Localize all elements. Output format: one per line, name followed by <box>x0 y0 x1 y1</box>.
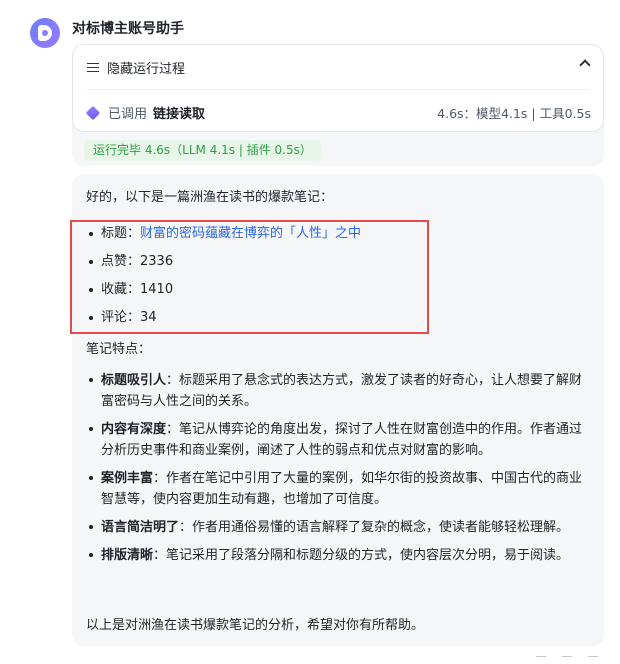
list-icon <box>87 62 99 73</box>
feature-text: ：作者用通俗易懂的语言解释了复杂的概念，使读者能够轻松理解。 <box>179 520 570 535</box>
tool-call-prefix: 已调用 <box>108 107 148 122</box>
features-heading: 笔记特点： <box>86 342 152 357</box>
copy-icon[interactable] <box>536 656 546 664</box>
run-process-toggle-label: 隐藏运行过程 <box>107 62 186 77</box>
run-process-panel: 隐藏运行过程 已调用 链接读取 4.6s：模型4.1s | 工具0.5s <box>72 44 604 132</box>
tool-call-row[interactable]: 已调用 链接读取 4.6s：模型4.1s | 工具0.5s <box>85 103 591 122</box>
thumbs-up-icon[interactable] <box>562 656 572 664</box>
feature-name: 内容有深度 <box>101 422 167 437</box>
features-list: 标题吸引人：标题采用了悬念式的表达方式，激发了读者的好奇心，让人想要了解财富密码… <box>86 370 586 573</box>
tool-call-name: 链接读取 <box>153 107 206 122</box>
answer-outro: 以上是对洲渔在读书爆款笔记的分析，希望对你有所帮助。 <box>86 618 425 633</box>
feature-item: 排版清晰：笔记采用了段落分隔和标题分级的方式，使内容层次分明，易于阅读。 <box>86 545 586 566</box>
feature-item: 内容有深度：笔记从博弈论的角度出发，探讨了人性在财富创造中的作用。作者通过分析历… <box>86 419 586 461</box>
bot-avatar <box>30 18 60 48</box>
feature-name: 标题吸引人 <box>101 373 167 388</box>
feature-item: 语言简洁明了：作者用通俗易懂的语言解释了复杂的概念，使读者能够轻松理解。 <box>86 517 586 538</box>
feature-item: 案例丰富：作者在笔记中引用了大量的案例，如华尔街的投资故事、中国古代的商业智慧等… <box>86 468 586 510</box>
bullet <box>89 476 93 480</box>
feature-text: ：标题采用了悬念式的表达方式，激发了读者的好奇心，让人想要了解财富密码与人性之间… <box>101 373 583 409</box>
message-actions <box>536 656 598 664</box>
divider <box>87 89 589 90</box>
feature-name: 案例丰富 <box>101 471 154 486</box>
feature-text: ：笔记采用了段落分隔和标题分级的方式，使内容层次分明，易于阅读。 <box>153 548 570 563</box>
feature-name: 语言简洁明了 <box>101 520 180 535</box>
run-complete-badge: 运行完毕 4.6s（LLM 4.1s | 插件 0.5s） <box>84 140 321 161</box>
feature-text: ：笔记从博弈论的角度出发，探讨了人性在财富创造中的作用。作者通过分析历史事件和商… <box>101 422 583 458</box>
bullet <box>89 525 93 529</box>
feature-name: 排版清晰 <box>101 548 154 563</box>
answer-intro: 好的，以下是一篇洲渔在读书的爆款笔记： <box>86 190 334 205</box>
thumbs-down-icon[interactable] <box>588 656 598 664</box>
bullet <box>89 553 93 557</box>
feature-item: 标题吸引人：标题采用了悬念式的表达方式，激发了读者的好奇心，让人想要了解财富密码… <box>86 370 586 412</box>
bullet <box>89 378 93 382</box>
plugin-cube-icon <box>85 105 101 120</box>
feature-text: ：作者在笔记中引用了大量的案例，如华尔街的投资故事、中国古代的商业智慧等，使内容… <box>101 471 583 507</box>
tool-call-timing: 4.6s：模型4.1s | 工具0.5s <box>437 106 591 121</box>
bot-name: 对标博主账号助手 <box>72 21 184 37</box>
bullet <box>89 427 93 431</box>
chevron-up-icon[interactable] <box>579 59 591 71</box>
bot-logo-icon <box>38 25 52 41</box>
run-process-toggle[interactable]: 隐藏运行过程 <box>87 58 185 77</box>
highlight-box <box>70 220 429 334</box>
